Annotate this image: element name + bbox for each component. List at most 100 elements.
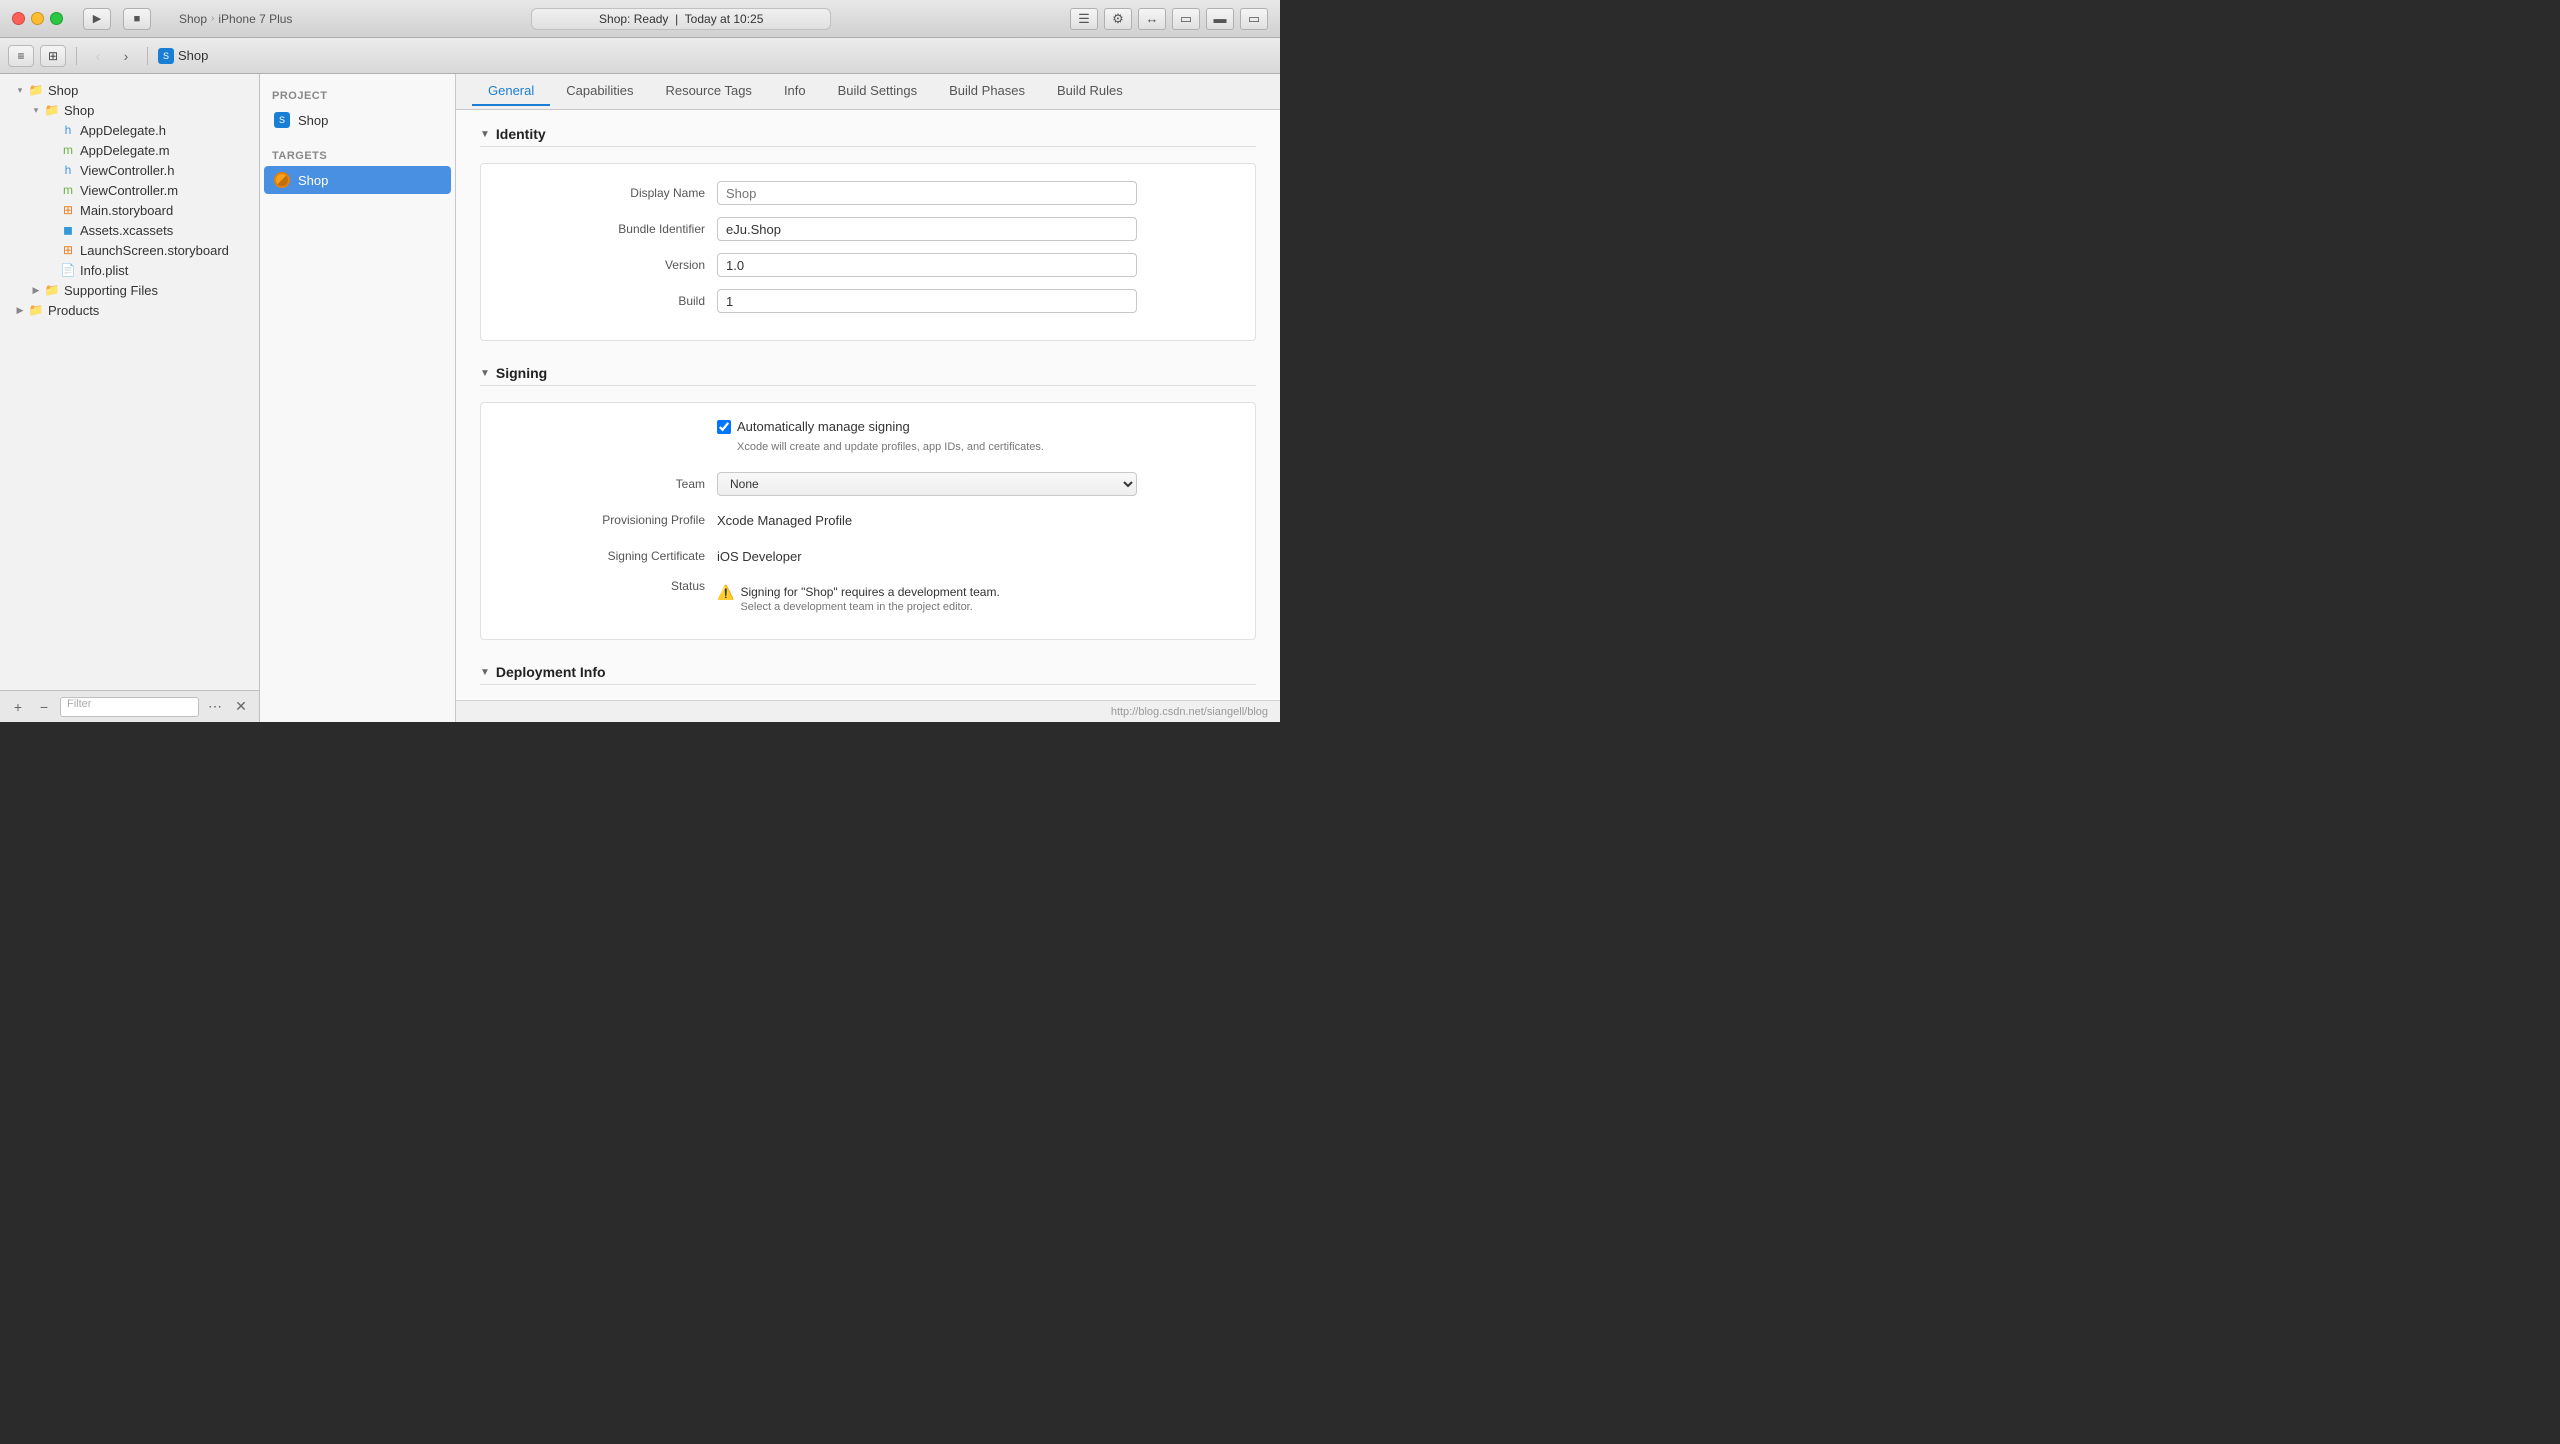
sidebar-item-viewcontroller-h[interactable]: h ViewController.h <box>4 160 255 180</box>
version-input[interactable] <box>717 253 1137 277</box>
spacer6 <box>44 222 60 238</box>
folder-icon-shop-group: 📁 <box>44 102 60 118</box>
tab-info[interactable]: Info <box>768 77 822 106</box>
project-panel: PROJECT S Shop TARGETS Shop <box>260 74 456 722</box>
toolbar-divider2 <box>147 47 148 65</box>
maximize-button[interactable] <box>50 12 63 25</box>
folder-icon-supporting: 📁 <box>44 282 60 298</box>
debug-button[interactable]: ⚙ <box>1104 8 1132 30</box>
sidebar-label-viewcontroller-h: ViewController.h <box>80 163 174 178</box>
sidebar-item-supporting-files[interactable]: ▶ 📁 Supporting Files <box>4 280 255 300</box>
main-layout: ▾ 📁 Shop ▾ 📁 Shop h AppDelegate.h m AppD… <box>0 74 1280 722</box>
sidebar-label-viewcontroller-m: ViewController.m <box>80 183 178 198</box>
file-h-icon: h <box>60 122 76 138</box>
tab-general[interactable]: General <box>472 77 550 106</box>
filter-options-button[interactable]: ⋯ <box>205 697 225 717</box>
tab-build-phases[interactable]: Build Phases <box>933 77 1041 106</box>
panel-project-shop[interactable]: S Shop <box>260 106 455 134</box>
file-h-icon2: h <box>60 162 76 178</box>
filter-clear-button[interactable]: ✕ <box>231 697 251 717</box>
sidebar-item-info-plist[interactable]: 📄 Info.plist <box>4 260 255 280</box>
status-error-text: Signing for "Shop" requires a developmen… <box>740 583 999 601</box>
status-text: Shop: Ready <box>599 12 668 26</box>
sidebar-label-launchscreen: LaunchScreen.storyboard <box>80 243 229 258</box>
tab-resource-tags[interactable]: Resource Tags <box>649 77 767 106</box>
display-name-input[interactable] <box>717 181 1137 205</box>
content-area: General Capabilities Resource Tags Info … <box>456 74 1280 722</box>
sidebar-item-appdelegate-m[interactable]: m AppDelegate.m <box>4 140 255 160</box>
editor-standard-button[interactable]: ☰ <box>1070 8 1098 30</box>
sidebar-content: ▾ 📁 Shop ▾ 📁 Shop h AppDelegate.h m AppD… <box>0 74 259 690</box>
grid-button[interactable]: ⊞ <box>40 45 66 67</box>
sidebar-label-shop-group: Shop <box>64 103 94 118</box>
content-scroll: ▼ Identity Display Name Bundle Identifie… <box>456 110 1280 700</box>
provision-row: Provisioning Profile Xcode Managed Profi… <box>497 507 1239 533</box>
debug-area-toggle[interactable]: ▬ <box>1206 8 1234 30</box>
toolbar-controls: ▶ ■ <box>83 8 151 30</box>
auto-signing-checkbox[interactable] <box>717 420 731 434</box>
cert-row: Signing Certificate iOS Developer <box>497 543 1239 569</box>
sidebar-item-appdelegate-h[interactable]: h AppDelegate.h <box>4 120 255 140</box>
sidebar-item-shop-group[interactable]: ▾ 📁 Shop <box>4 100 255 120</box>
sidebar-item-assets[interactable]: ◼ Assets.xcassets <box>4 220 255 240</box>
breadcrumb-app: Shop <box>179 12 207 26</box>
status-content: ⚠️ Signing for "Shop" requires a develop… <box>717 579 1000 613</box>
add-file-button[interactable]: + <box>8 697 28 717</box>
run-button[interactable]: ▶ <box>83 8 111 30</box>
filter-input[interactable]: Filter <box>60 697 199 717</box>
version-label: Version <box>497 258 717 272</box>
sidebar-label-products: Products <box>48 303 99 318</box>
folder-icon-products: 📁 <box>28 302 44 318</box>
close-button[interactable] <box>12 12 25 25</box>
identity-section-title: Identity <box>496 126 546 142</box>
cert-value: iOS Developer <box>717 549 1137 564</box>
sidebar-label-supporting-files: Supporting Files <box>64 283 158 298</box>
forward-button[interactable]: › <box>115 45 137 67</box>
remove-file-button[interactable]: − <box>34 697 54 717</box>
build-label: Build <box>497 294 717 308</box>
identity-arrow[interactable]: ▼ <box>480 129 490 140</box>
project-name: Shop <box>178 48 208 63</box>
team-select[interactable]: None <box>717 472 1137 496</box>
tab-build-rules[interactable]: Build Rules <box>1041 77 1139 106</box>
assistant-button[interactable]: ↔ <box>1138 8 1166 30</box>
spacer5 <box>44 202 60 218</box>
status-label: Status <box>497 579 717 593</box>
tab-capabilities[interactable]: Capabilities <box>550 77 649 106</box>
deployment-arrow[interactable]: ▼ <box>480 667 490 678</box>
spacer2 <box>44 142 60 158</box>
titlebar-center: Shop: Ready | Today at 10:25 <box>300 8 1062 30</box>
sidebar-toggle-button[interactable]: ≡ <box>8 45 34 67</box>
minimize-button[interactable] <box>31 12 44 25</box>
status-time: Today at 10:25 <box>685 12 764 26</box>
utilities-toggle[interactable]: ▭ <box>1240 8 1268 30</box>
team-label: Team <box>497 477 717 491</box>
signing-arrow[interactable]: ▼ <box>480 368 490 379</box>
auto-signing-checkbox-row: Automatically manage signing <box>717 419 1044 434</box>
auto-signing-row: Automatically manage signing Xcode will … <box>497 419 1239 455</box>
sidebar-item-main-storyboard[interactable]: ⊞ Main.storyboard <box>4 200 255 220</box>
sidebar-label-assets: Assets.xcassets <box>80 223 173 238</box>
stop-button[interactable]: ■ <box>123 8 151 30</box>
spacer7 <box>44 242 60 258</box>
storyboard-icon: ⊞ <box>60 202 76 218</box>
traffic-lights <box>12 12 63 25</box>
build-input[interactable] <box>717 289 1137 313</box>
back-button[interactable]: ‹ <box>87 45 109 67</box>
signing-section-title: Signing <box>496 365 547 381</box>
sidebar-item-viewcontroller-m[interactable]: m ViewController.m <box>4 180 255 200</box>
breadcrumb: Shop › iPhone 7 Plus <box>179 12 292 26</box>
display-name-row: Display Name <box>497 180 1239 206</box>
panel-target-shop[interactable]: Shop <box>264 166 451 194</box>
sidebar-item-shop-root[interactable]: ▾ 📁 Shop <box>4 80 255 100</box>
version-row: Version <box>497 252 1239 278</box>
team-row: Team None <box>497 471 1239 497</box>
plist-icon: 📄 <box>60 262 76 278</box>
sidebar-label-shop-root: Shop <box>48 83 78 98</box>
sidebar-item-products[interactable]: ▶ 📁 Products <box>4 300 255 320</box>
targets-section-header: TARGETS <box>260 142 455 166</box>
navigator-toggle[interactable]: ▭ <box>1172 8 1200 30</box>
tab-build-settings[interactable]: Build Settings <box>822 77 934 106</box>
sidebar-item-launchscreen[interactable]: ⊞ LaunchScreen.storyboard <box>4 240 255 260</box>
bundle-identifier-input[interactable] <box>717 217 1137 241</box>
